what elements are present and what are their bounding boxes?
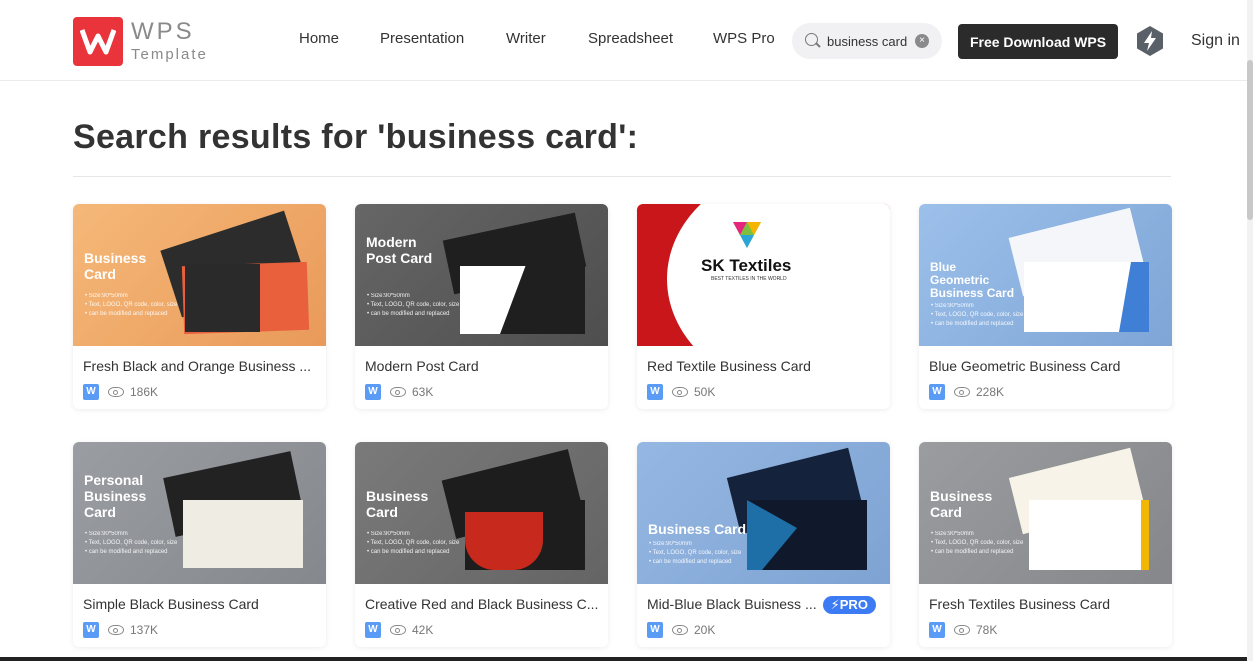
view-count: 50K: [694, 385, 716, 399]
search-icon[interactable]: [804, 32, 822, 50]
eye-icon: [108, 625, 124, 635]
view-count: 186K: [130, 385, 159, 399]
pro-badge-label: PRO: [839, 597, 868, 613]
taskbar-strip: [0, 657, 1247, 661]
nav-home[interactable]: Home: [299, 30, 339, 47]
top-header: WPS Template Home Presentation Writer Sp…: [0, 0, 1253, 81]
diamond-logo-icon: [733, 222, 761, 248]
view-count: 20K: [694, 623, 716, 637]
nav-wps-pro[interactable]: WPS Pro: [713, 30, 775, 47]
template-card[interactable]: Business Card • Size:90*50mm • Text, LOG…: [355, 442, 608, 647]
writer-badge-icon: W: [365, 622, 381, 638]
thumb-title: SK Textiles: [701, 256, 792, 275]
lightning-icon[interactable]: [1134, 25, 1166, 57]
card-mockup: [183, 500, 303, 568]
template-card[interactable]: SK Textiles BEST TEXTILES IN THE WORLD R…: [637, 204, 890, 409]
writer-badge-icon: W: [647, 622, 663, 638]
card-mockup: [1141, 500, 1149, 570]
clear-search-icon[interactable]: ×: [915, 34, 929, 48]
card-thumbnail[interactable]: Business Card • Size:90*50mm • Text, LOG…: [919, 442, 1172, 584]
writer-badge-icon: W: [929, 622, 945, 638]
card-title[interactable]: Fresh Black and Orange Business ...: [83, 358, 311, 374]
thumb-title: Personal Business Card: [84, 472, 147, 520]
template-card[interactable]: Modern Post Card • Size:90*50mm • Text, …: [355, 204, 608, 409]
card-thumbnail[interactable]: Business Card • Size:90*50mm • Text, LOG…: [355, 442, 608, 584]
wps-logo[interactable]: WPS Template: [73, 16, 213, 66]
eye-icon: [672, 387, 688, 397]
thumb-title: Business Card: [930, 488, 993, 520]
logo-wordmark: WPS: [131, 18, 195, 45]
search-input[interactable]: [827, 33, 913, 49]
eye-icon: [390, 625, 406, 635]
divider: [73, 176, 1171, 177]
card-mockup: [185, 264, 260, 332]
scrollbar[interactable]: [1247, 0, 1253, 661]
writer-badge-icon: W: [83, 622, 99, 638]
card-title[interactable]: Red Textile Business Card: [647, 358, 811, 374]
nav-presentation[interactable]: Presentation: [380, 30, 464, 47]
card-thumbnail[interactable]: SK Textiles BEST TEXTILES IN THE WORLD: [637, 204, 890, 346]
search-box[interactable]: ×: [792, 23, 942, 59]
view-count: 228K: [976, 385, 1005, 399]
wps-logo-icon: [73, 16, 123, 66]
card-thumbnail[interactable]: Modern Post Card • Size:90*50mm • Text, …: [355, 204, 608, 346]
template-card[interactable]: Blue Geometric Business Card • Size:90*5…: [919, 204, 1172, 409]
thumb-spec: • Size:90*50mm • Text, LOGO, QR code, co…: [649, 541, 742, 565]
thumb-title: Modern Post Card: [366, 234, 433, 266]
writer-badge-icon: W: [365, 384, 381, 400]
thumb-title: Business Card: [84, 250, 147, 282]
thumb-title: Business Card: [648, 521, 747, 537]
view-count: 42K: [412, 623, 434, 637]
thumb-spec: • Size:90*50mm • Text, LOGO, QR code, co…: [931, 303, 1024, 327]
eye-icon: [108, 387, 124, 397]
free-download-button[interactable]: Free Download WPS: [958, 24, 1118, 59]
thumb-subtitle: BEST TEXTILES IN THE WORLD: [711, 276, 787, 282]
thumb-spec: • Size:90*50mm • Text, LOGO, QR code, co…: [931, 531, 1024, 555]
view-count: 63K: [412, 385, 434, 399]
card-mockup: [1029, 500, 1149, 570]
thumb-spec: • Size:90*50mm • Text, LOGO, QR code, co…: [367, 293, 460, 317]
nav-spreadsheet[interactable]: Spreadsheet: [588, 30, 673, 47]
card-thumbnail[interactable]: Business Card • Size:90*50mm • Text, LOG…: [73, 204, 326, 346]
page-title: Search results for 'business card':: [73, 118, 639, 156]
card-thumbnail[interactable]: Personal Business Card • Size:90*50mm • …: [73, 442, 326, 584]
thumb-spec: • Size:90*50mm • Text, LOGO, QR code, co…: [85, 293, 178, 317]
pro-badge: ⚡PRO: [822, 596, 876, 615]
thumb-spec: • Size:90*50mm • Text, LOGO, QR code, co…: [367, 531, 460, 555]
card-thumbnail[interactable]: Business Card • Size:90*50mm • Text, LOG…: [637, 442, 890, 584]
thumb-title: Business Card: [366, 488, 429, 520]
template-card[interactable]: Business Card • Size:90*50mm • Text, LOG…: [919, 442, 1172, 647]
view-count: 78K: [976, 623, 998, 637]
writer-badge-icon: W: [83, 384, 99, 400]
card-title[interactable]: Blue Geometric Business Card: [929, 358, 1120, 374]
template-card[interactable]: Business Card • Size:90*50mm • Text, LOG…: [73, 204, 326, 409]
writer-badge-icon: W: [647, 384, 663, 400]
eye-icon: [672, 625, 688, 635]
card-title[interactable]: Creative Red and Black Business C...: [365, 596, 598, 612]
thumb-title: Blue Geometric Business Card: [930, 260, 1015, 300]
card-title[interactable]: Fresh Textiles Business Card: [929, 596, 1110, 612]
eye-icon: [390, 387, 406, 397]
eye-icon: [954, 387, 970, 397]
template-card[interactable]: Business Card • Size:90*50mm • Text, LOG…: [637, 442, 890, 647]
card-title-text[interactable]: Mid-Blue Black Buisness ...: [647, 596, 817, 612]
writer-badge-icon: W: [929, 384, 945, 400]
nav-writer[interactable]: Writer: [506, 30, 546, 47]
card-mockup: [465, 512, 543, 570]
thumb-spec: • Size:90*50mm • Text, LOGO, QR code, co…: [85, 531, 178, 555]
logo-subtitle: Template: [131, 46, 208, 63]
template-card[interactable]: Personal Business Card • Size:90*50mm • …: [73, 442, 326, 647]
card-title[interactable]: Mid-Blue Black Buisness ... ⚡PRO: [647, 596, 876, 615]
view-count: 137K: [130, 623, 159, 637]
card-title[interactable]: Modern Post Card: [365, 358, 479, 374]
eye-icon: [954, 625, 970, 635]
scrollbar-thumb[interactable]: [1247, 60, 1253, 220]
card-thumbnail[interactable]: Blue Geometric Business Card • Size:90*5…: [919, 204, 1172, 346]
sign-in-link[interactable]: Sign in: [1191, 32, 1240, 50]
card-title[interactable]: Simple Black Business Card: [83, 596, 259, 612]
